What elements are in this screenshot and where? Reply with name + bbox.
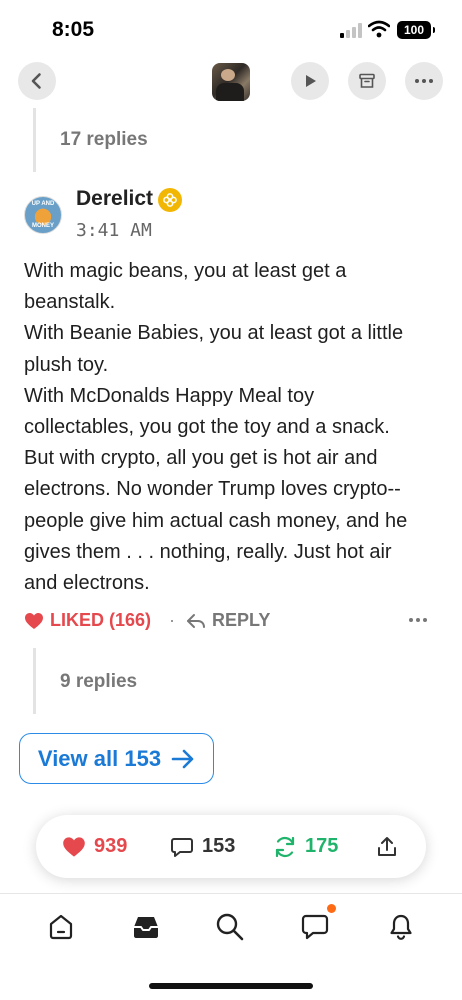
thread-line — [33, 108, 36, 172]
heart-icon — [25, 612, 43, 629]
search-icon — [216, 913, 244, 941]
avatar[interactable]: UP AND MONEY — [24, 196, 62, 234]
post-comments-button[interactable]: 153 — [170, 815, 235, 878]
reply-label: REPLY — [212, 610, 271, 630]
engagement-bar: 939 153 175 — [36, 815, 426, 878]
post-like-count: 939 — [94, 835, 128, 857]
share-button[interactable] — [375, 815, 399, 878]
post-comment-count: 153 — [202, 835, 236, 857]
post-restack-button[interactable]: 175 — [273, 815, 338, 878]
comment-timestamp: 3:41 AM — [76, 220, 152, 241]
inbox-icon — [134, 917, 158, 938]
post-thumbnail[interactable] — [212, 63, 250, 101]
bell-icon — [390, 914, 412, 940]
view-all-comments-button[interactable]: View all 153 — [19, 733, 214, 784]
tab-chat[interactable] — [298, 904, 336, 944]
like-button[interactable]: LIKED (166) — [24, 610, 151, 631]
chevron-left-icon — [31, 73, 41, 89]
notification-dot — [327, 904, 336, 913]
cellular-signal-icon — [340, 23, 362, 38]
tab-search[interactable] — [213, 910, 247, 944]
comment-actions: LIKED (166) · REPLY — [24, 608, 434, 634]
view-all-label: View all 153 — [37, 745, 162, 771]
play-icon — [306, 75, 316, 87]
archive-button[interactable] — [348, 62, 386, 100]
tab-notifications[interactable] — [384, 910, 418, 944]
ellipsis-icon — [409, 618, 427, 622]
subscriber-badge-icon — [158, 188, 182, 212]
thread-line — [33, 648, 36, 714]
tab-home[interactable] — [44, 910, 78, 944]
status-time: 8:05 — [52, 18, 95, 41]
comment-body: With magic beans, you at least get a bea… — [24, 260, 408, 595]
wifi-icon — [368, 20, 390, 38]
tab-inbox[interactable] — [129, 910, 163, 944]
nested-replies-link[interactable]: 9 replies — [60, 671, 137, 693]
like-count-label: LIKED (166) — [50, 610, 152, 630]
arrow-right-icon — [171, 749, 194, 768]
battery-indicator: 100 — [397, 21, 435, 39]
chat-icon — [301, 914, 329, 940]
reply-button[interactable]: REPLY — [186, 610, 270, 631]
avatar-text: UP AND — [31, 201, 55, 207]
reply-arrow-icon — [187, 613, 205, 628]
archive-icon — [359, 73, 375, 88]
separator-dot: · — [169, 610, 175, 630]
comment-author[interactable]: Derelict — [76, 187, 153, 211]
back-button[interactable] — [18, 62, 56, 100]
comment-bubble-icon — [171, 837, 193, 857]
ellipsis-icon — [415, 79, 433, 83]
comment-more-button[interactable] — [406, 610, 430, 630]
avatar-text: MONEY — [31, 223, 54, 229]
heart-icon — [63, 836, 85, 857]
home-icon — [49, 914, 73, 940]
status-bar: 8:05 100 — [0, 0, 462, 56]
more-options-button[interactable] — [405, 62, 443, 100]
home-indicator — [149, 983, 313, 989]
restack-icon — [275, 836, 295, 857]
post-restack-count: 175 — [305, 835, 339, 857]
post-like-button[interactable]: 939 — [62, 815, 127, 878]
replies-link[interactable]: 17 replies — [60, 129, 148, 151]
share-icon — [378, 836, 396, 856]
play-button[interactable] — [291, 62, 329, 100]
